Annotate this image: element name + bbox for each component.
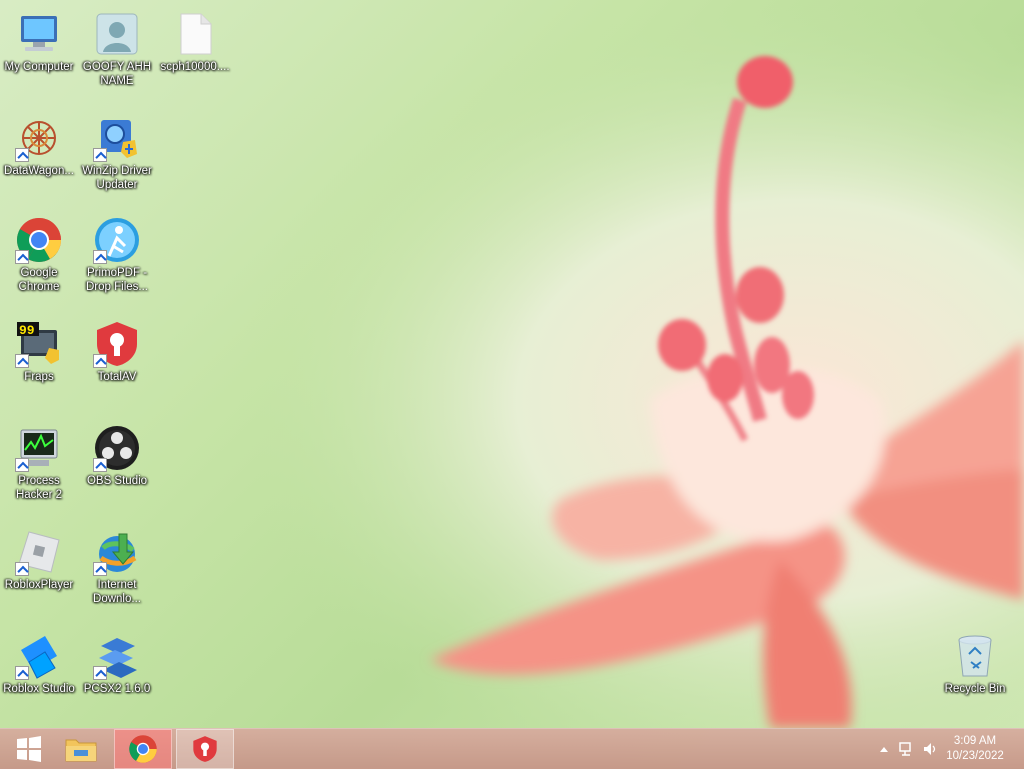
desktop-icon-my-computer[interactable]: My Computer [0, 4, 78, 74]
file-icon [171, 10, 219, 58]
user-icon [93, 10, 141, 58]
desktop-icon-totalav[interactable]: TotalAV [78, 314, 156, 384]
icon-label: PrimoPDF - Drop Files... [86, 267, 148, 293]
shortcut-arrow-icon [15, 148, 29, 162]
desktop: My Computer GOOFY AHH NAME scph10000.... [0, 0, 1024, 728]
clock-date: 10/23/2022 [946, 750, 1004, 762]
icon-label: scph10000.... [160, 61, 230, 73]
taskbar: 3:09 AM 10/23/2022 [0, 728, 1024, 769]
desktop-icon-fraps[interactable]: 99 Fraps [0, 314, 78, 384]
desktop-icon-process-hacker[interactable]: Process Hacker 2 [0, 418, 78, 502]
clock-time: 3:09 AM [953, 735, 997, 747]
file-explorer-icon [65, 739, 97, 762]
icon-label: WinZip Driver Updater [82, 165, 152, 191]
chrome-icon [129, 735, 157, 763]
icon-label: Internet Downlo... [93, 579, 141, 605]
idm-icon [93, 528, 141, 576]
winzip-icon [93, 114, 141, 162]
shortcut-arrow-icon [15, 354, 29, 368]
desktop-icon-recycle-bin[interactable]: Recycle Bin [936, 626, 1014, 696]
network-tray-button[interactable] [898, 741, 914, 757]
icon-label: DataWagon... [4, 165, 74, 177]
icon-label: OBS Studio [86, 475, 148, 487]
process-hacker-icon [15, 424, 63, 472]
obs-icon [93, 424, 141, 472]
fraps-icon: 99 [15, 320, 63, 368]
desktop-icon-datawagon[interactable]: DataWagon... [0, 108, 78, 178]
recycle-bin-icon [951, 632, 999, 680]
desktop-icon-goofy-ahh-name[interactable]: GOOFY AHH NAME [78, 4, 156, 88]
shortcut-arrow-icon [15, 666, 29, 680]
show-hidden-icons-button[interactable] [876, 741, 892, 757]
icon-label: Recycle Bin [944, 683, 1006, 695]
pcsx2-icon [93, 632, 141, 680]
shortcut-arrow-icon [15, 250, 29, 264]
system-clock[interactable]: 3:09 AM 10/23/2022 [940, 734, 1010, 764]
speaker-icon [924, 743, 936, 755]
icon-label: Google Chrome [18, 267, 60, 293]
desktop-icon-internet-download-manager[interactable]: Internet Downlo... [78, 522, 156, 606]
icon-label: PCSX2 1.6.0 [83, 683, 151, 695]
shortcut-arrow-icon [93, 458, 107, 472]
totalav-icon [193, 736, 217, 762]
totalav-icon [93, 320, 141, 368]
desktop-icon-google-chrome[interactable]: Google Chrome [0, 210, 78, 294]
chevron-up-icon [880, 747, 888, 752]
network-icon [899, 742, 911, 756]
icon-label: Roblox Studio [3, 683, 75, 695]
taskbar-file-explorer[interactable] [52, 729, 110, 769]
desktop-icon-winzip-driver-updater[interactable]: WinZip Driver Updater [78, 108, 156, 192]
shortcut-arrow-icon [93, 250, 107, 264]
shortcut-arrow-icon [15, 562, 29, 576]
roblox-studio-icon [15, 632, 63, 680]
taskbar-totalav[interactable] [176, 729, 234, 769]
shortcut-arrow-icon [93, 354, 107, 368]
shortcut-arrow-icon [93, 666, 107, 680]
desktop-icon-roblox-studio[interactable]: Roblox Studio [0, 626, 78, 696]
desktop-icon-pcsx2[interactable]: PCSX2 1.6.0 [78, 626, 156, 696]
windows-logo-icon [17, 736, 41, 762]
icon-label: My Computer [4, 61, 74, 73]
taskbar-google-chrome[interactable] [114, 729, 172, 769]
shortcut-arrow-icon [93, 562, 107, 576]
icon-label: RobloxPlayer [4, 579, 74, 591]
icon-label: TotalAV [97, 371, 137, 383]
desktop-icon-obs-studio[interactable]: OBS Studio [78, 418, 156, 488]
datawagon-icon [15, 114, 63, 162]
roblox-icon [15, 528, 63, 576]
chrome-icon [15, 216, 63, 264]
computer-icon [15, 10, 63, 58]
volume-tray-button[interactable] [922, 741, 938, 757]
primopdf-icon [93, 216, 141, 264]
start-button[interactable] [0, 729, 58, 769]
icon-label: Process Hacker 2 [15, 475, 63, 501]
shortcut-arrow-icon [15, 458, 29, 472]
icon-label: Fraps [24, 371, 54, 383]
desktop-icon-primopdf[interactable]: PrimoPDF - Drop Files... [78, 210, 156, 294]
icon-label: GOOFY AHH NAME [82, 61, 152, 87]
desktop-icon-roblox-player[interactable]: RobloxPlayer [0, 522, 78, 592]
svg-text:99: 99 [19, 323, 35, 338]
desktop-icon-scph-file[interactable]: scph10000.... [156, 4, 234, 74]
shortcut-arrow-icon [93, 148, 107, 162]
